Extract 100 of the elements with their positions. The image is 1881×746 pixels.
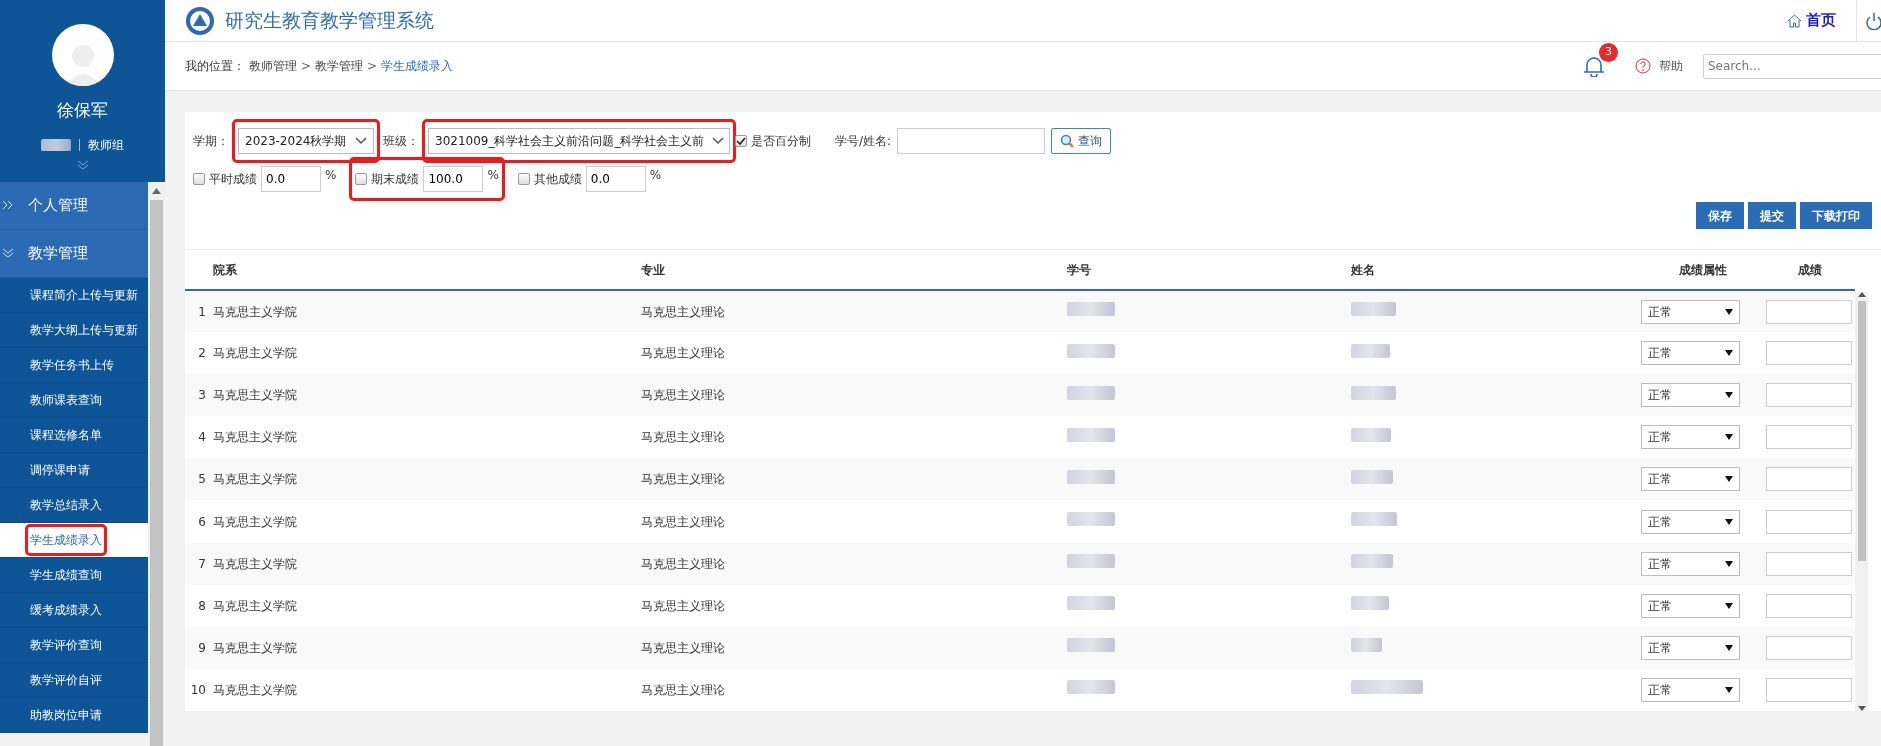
table-cell: 马克思主义理论	[641, 556, 725, 571]
chevron-down-icon	[355, 137, 367, 145]
breadcrumb-link[interactable]: 学生成绩录入	[381, 57, 454, 75]
action-button[interactable]: 提交	[1748, 202, 1796, 229]
score-field[interactable]	[1766, 383, 1852, 408]
menu-item[interactable]: 教学管理	[0, 229, 148, 278]
table-cell: 马克思主义理论	[641, 514, 725, 529]
redacted-text	[1067, 343, 1115, 358]
redacted-text	[1067, 596, 1115, 611]
caret-down-icon	[1725, 518, 1733, 525]
score-field[interactable]	[1766, 341, 1852, 366]
redacted-text	[1351, 596, 1390, 611]
checkbox[interactable]: 期末成绩	[355, 170, 420, 188]
action-button[interactable]: 下载打印	[1800, 202, 1872, 229]
dropdown[interactable]: 正常	[1641, 299, 1740, 324]
row-number: 4	[198, 430, 206, 445]
redacted-text	[1351, 680, 1423, 695]
notification-badge: 3	[1599, 43, 1618, 62]
dropdown[interactable]: 正常	[1641, 677, 1740, 702]
breadcrumb-label: 我的位置：	[185, 58, 245, 75]
checkbox[interactable]: 平时成绩	[193, 170, 257, 188]
score-field[interactable]	[1766, 467, 1852, 492]
score-field[interactable]	[1766, 425, 1852, 450]
table-cell: 马克思主义学院	[213, 388, 297, 403]
checkbox[interactable]: 其他成绩	[517, 170, 582, 188]
input-field[interactable]	[897, 128, 1046, 154]
redacted-text	[1351, 302, 1396, 317]
caret-down-icon	[1725, 476, 1733, 483]
table-cell: 马克思主义理论	[641, 640, 725, 655]
chevron-down-icon	[76, 159, 89, 170]
chevron-right-icon	[2, 200, 14, 210]
dropdown[interactable]: 正常	[1641, 467, 1740, 492]
dropdown[interactable]: 正常	[1641, 593, 1740, 618]
row-number: 6	[198, 514, 206, 529]
score-field[interactable]	[1766, 551, 1852, 576]
dropdown[interactable]: 正常	[1641, 383, 1740, 408]
dropdown[interactable]: 正常	[1641, 425, 1740, 450]
check-icon	[736, 137, 746, 145]
unit-label: %	[487, 167, 499, 184]
action-button[interactable]: 保存	[1696, 202, 1744, 229]
breadcrumb-separator: >	[367, 58, 378, 75]
column-header: 成绩属性	[1678, 262, 1727, 277]
chevron-down-icon	[2, 248, 14, 258]
redacted-text	[1067, 469, 1115, 484]
scroll-down-icon	[1857, 706, 1866, 711]
score-field[interactable]	[1766, 299, 1852, 324]
redacted-text	[1067, 302, 1115, 317]
query-button[interactable]: 查询	[1051, 128, 1112, 154]
input-field[interactable]: 0.0	[585, 166, 646, 192]
menu-item[interactable]: 个人管理	[0, 181, 148, 230]
redacted-text	[1067, 638, 1115, 653]
dropdown[interactable]: 2023-2024秋学期	[238, 128, 374, 154]
caret-down-icon	[1725, 392, 1733, 399]
scrollbar[interactable]	[1855, 292, 1868, 711]
breadcrumb-link[interactable]: 教师管理	[249, 57, 297, 75]
bell-icon[interactable]	[1583, 55, 1605, 77]
redacted-text	[1067, 680, 1115, 695]
input-field[interactable]: 100.0	[423, 166, 484, 192]
score-field[interactable]	[1766, 677, 1852, 702]
row-number: 3	[198, 388, 206, 403]
redacted-text	[1351, 427, 1392, 442]
redacted-text	[1067, 554, 1115, 569]
scroll-up-icon	[1857, 292, 1866, 297]
caret-down-icon	[1725, 434, 1733, 441]
checkbox[interactable]: 是否百分制	[735, 132, 811, 150]
dropdown[interactable]: 正常	[1641, 635, 1740, 660]
redacted-text	[1351, 469, 1393, 484]
table-cell: 马克思主义理论	[641, 682, 725, 697]
row-number: 9	[198, 640, 206, 655]
search-field[interactable]: Search...	[1703, 53, 1881, 79]
dropdown[interactable]: 正常	[1641, 509, 1740, 534]
row-number: 7	[198, 556, 206, 571]
chevron-down-icon	[712, 137, 725, 145]
redacted-text	[1351, 385, 1396, 400]
dropdown[interactable]: 3021009_科学社会主义前沿问题_科学社会主义前	[428, 128, 730, 154]
table-cell: 马克思主义学院	[213, 472, 297, 487]
redacted-text	[1351, 512, 1397, 526]
column-header: 成绩	[1798, 262, 1822, 277]
redacted-id	[41, 138, 71, 151]
field-label: 学号/姓名:	[835, 133, 892, 150]
table-cell: 马克思主义学院	[213, 640, 297, 655]
score-field[interactable]	[1766, 635, 1852, 660]
score-field[interactable]	[1766, 593, 1852, 618]
table-cell: 马克思主义学院	[213, 304, 297, 319]
dropdown[interactable]: 正常	[1641, 341, 1740, 366]
table-cell: 马克思主义学院	[213, 430, 297, 445]
breadcrumb-link[interactable]: 教学管理	[315, 57, 364, 75]
table-cell: 马克思主义理论	[641, 598, 725, 613]
help-link[interactable]: 帮助	[1635, 57, 1683, 75]
redacted-text	[1067, 512, 1115, 526]
score-field[interactable]	[1766, 509, 1852, 534]
home-link[interactable]: 首页	[1787, 9, 1836, 32]
column-header: 学号	[1067, 262, 1091, 277]
user-group: 教师组	[88, 135, 124, 154]
caret-down-icon	[1725, 308, 1733, 315]
input-field[interactable]: 0.0	[261, 166, 321, 192]
power-icon[interactable]	[1866, 11, 1881, 30]
dropdown[interactable]: 正常	[1641, 551, 1740, 576]
home-icon	[1787, 13, 1802, 28]
caret-down-icon	[1725, 560, 1733, 567]
